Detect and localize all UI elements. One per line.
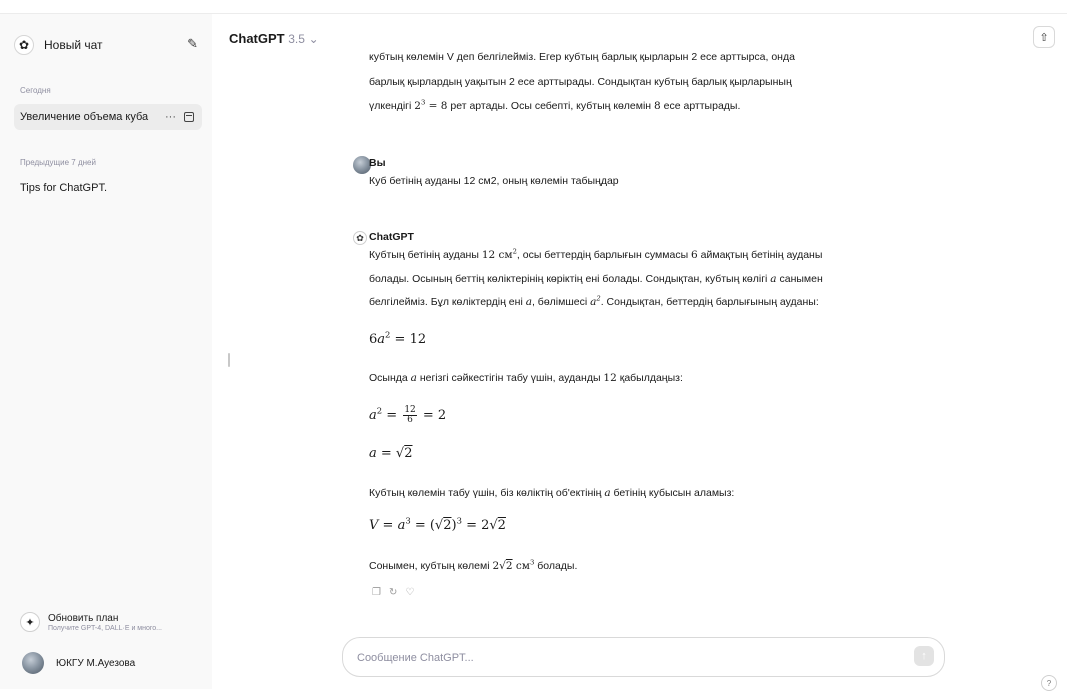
send-button[interactable]: ↑ bbox=[914, 646, 934, 666]
chat-main: ChatGPT 3.5 ⌄ ⇧ кубтың көлемін V деп бел… bbox=[212, 14, 1067, 691]
user-message: Куб бетінің ауданы 12 см2, оның көлемін … bbox=[369, 175, 619, 187]
answer-line: болады. Осының беттің көліктерінің көрік… bbox=[369, 273, 823, 285]
thumbs-down-icon[interactable]: ♡ bbox=[405, 587, 414, 598]
chat-title: Tips for ChatGPT. bbox=[20, 182, 108, 194]
model-version: 3.5 bbox=[288, 32, 305, 46]
answer-line: Кубтың көлемін табу үшін, біз көліктің о… bbox=[369, 487, 735, 499]
copy-icon[interactable]: ❐ bbox=[372, 587, 381, 598]
archive-icon[interactable] bbox=[184, 112, 194, 122]
arrow-up-icon: ↑ bbox=[921, 650, 927, 662]
sidebar-chat-tips[interactable]: Tips for ChatGPT. bbox=[14, 175, 202, 201]
sparkle-icon: ✦ bbox=[20, 612, 40, 632]
sidebar-resize-handle[interactable] bbox=[228, 353, 230, 367]
message-composer: ↑ bbox=[342, 637, 945, 677]
formula: a2 = 12 6 = 2 bbox=[369, 405, 447, 425]
top-bar bbox=[0, 0, 1067, 14]
openai-logo-icon: ✿ bbox=[353, 231, 367, 245]
model-selector[interactable]: ChatGPT 3.5 ⌄ bbox=[229, 31, 319, 46]
message-author: ChatGPT bbox=[369, 231, 414, 243]
openai-logo-icon: ✿ bbox=[14, 35, 34, 55]
answer-line: Сонымен, кубтың көлемі 2√2 см3 болады. bbox=[369, 558, 578, 572]
answer-line: Кубтың бетінің ауданы 12 см2, осы беттер… bbox=[369, 247, 823, 261]
edit-icon[interactable]: ✎ bbox=[187, 36, 198, 52]
avatar bbox=[22, 652, 44, 674]
message-author: Вы bbox=[369, 157, 386, 169]
formula: 6a2 = 12 bbox=[369, 329, 427, 347]
new-chat-label: Новый чат bbox=[44, 38, 103, 52]
new-chat-button[interactable]: ✿ Новый чат ✎ bbox=[14, 32, 204, 58]
upgrade-title: Обновить план bbox=[48, 612, 119, 624]
message-input[interactable] bbox=[357, 650, 877, 666]
prev-answer-line: кубтың көлемін V деп белгілейміз. Егер к… bbox=[369, 51, 795, 63]
model-name: ChatGPT bbox=[229, 31, 285, 46]
chat-title: Увеличение объема куба bbox=[20, 111, 149, 123]
user-name: ЮКГУ М.Ауезова bbox=[56, 657, 136, 669]
question-icon: ? bbox=[1046, 678, 1052, 688]
user-menu[interactable]: ЮКГУ М.Ауезова bbox=[22, 651, 135, 675]
sidebar: ✿ Новый чат ✎ Сегодня Увеличение объема … bbox=[0, 14, 212, 689]
answer-line: Осында a негізгі сәйкестігін табу үшін, … bbox=[369, 372, 683, 384]
regenerate-icon[interactable]: ↻ bbox=[389, 587, 397, 598]
answer-line: белгілейміз. Бұл көліктердің ені a, бөлі… bbox=[369, 294, 819, 308]
prev-answer-line: үлкендігі 23 = 8 рет артады. Осы себепті… bbox=[369, 98, 741, 112]
upgrade-plan-button[interactable]: ✦ Обновить план Получите GPT-4, DALL·E и… bbox=[20, 607, 210, 637]
prev-answer-line: барлық қырлардың уақытын 2 есе арттырады… bbox=[369, 76, 792, 88]
message-actions: ❐ ↻ ♡ bbox=[372, 587, 414, 598]
sidebar-chat-active[interactable]: Увеличение объема куба ··· bbox=[14, 104, 202, 130]
upgrade-subtitle: Получите GPT-4, DALL·E и много... bbox=[48, 624, 163, 632]
chevron-down-icon: ⌄ bbox=[308, 32, 319, 46]
formula: V = a3 = (√2)3 = 2√2 bbox=[369, 515, 506, 533]
share-icon: ⇧ bbox=[1039, 31, 1049, 44]
share-button[interactable]: ⇧ bbox=[1033, 26, 1055, 48]
more-options-icon[interactable]: ··· bbox=[165, 111, 176, 123]
section-label-previous: Предыдущие 7 дней bbox=[20, 158, 96, 167]
formula: a = √2 bbox=[369, 446, 413, 461]
section-label-today: Сегодня bbox=[20, 86, 51, 95]
